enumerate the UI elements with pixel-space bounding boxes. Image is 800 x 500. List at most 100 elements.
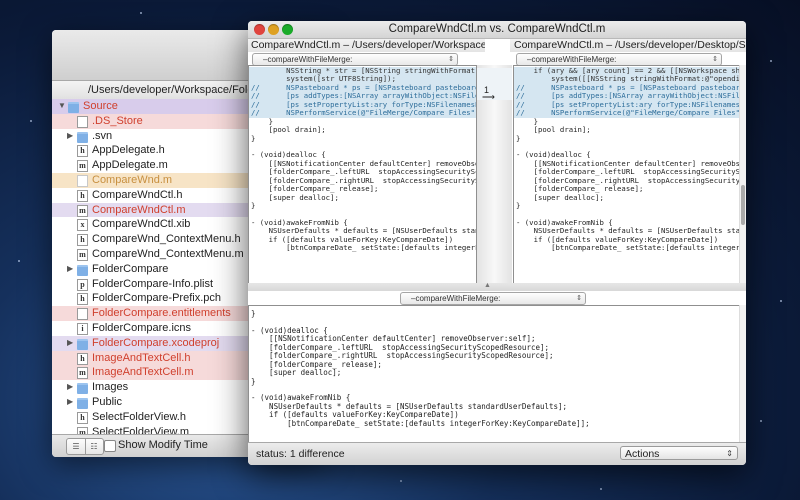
disclosure-closed-icon[interactable]: ▶: [67, 395, 75, 410]
file-icon: m: [77, 367, 88, 380]
right-code-lines: if (ary && [ary count] == 2 && [[NSWorks…: [514, 66, 741, 253]
status-bar: status: 1 difference Actions ⇕: [248, 442, 746, 465]
tree-item-label: Images: [92, 381, 129, 394]
tree-item-label: Public: [92, 395, 122, 408]
tree-item-label: SelectFolderView.h: [92, 410, 186, 423]
merge-output-pane[interactable]: } - (void)dealloc { [[NSNotificationCente…: [248, 305, 741, 444]
file-icon: i: [77, 322, 88, 335]
code-line: [pool drain];: [516, 125, 591, 135]
file-icon: m: [77, 248, 88, 261]
tree-item-label: FolderCompare-Prefix.pch: [92, 292, 221, 305]
file-icon: h: [77, 145, 88, 158]
view-mode-segment[interactable]: ☰ ☷: [66, 438, 104, 455]
file-icon: x: [77, 219, 88, 232]
list-view-icon[interactable]: ☰: [67, 439, 86, 454]
code-line: [pool drain];: [251, 125, 326, 135]
merge-direction-arrow-icon[interactable]: ⟶: [482, 92, 495, 103]
pane-splitter[interactable]: ▲: [248, 282, 746, 291]
right-code-pane[interactable]: if (ary && [ary count] == 2 && [[NSWorks…: [513, 65, 741, 285]
file-icon: h: [77, 189, 88, 202]
tree-item-label: ImageAndTextCell.h: [92, 351, 191, 364]
right-scrollbar[interactable]: [739, 65, 746, 283]
zoom-button[interactable]: [282, 24, 293, 35]
window-title: CompareWndCtl.m vs. CompareWndCtl.m: [388, 23, 606, 35]
tree-item-label: FolderCompare.icns: [92, 321, 192, 334]
file-icon: [77, 174, 88, 187]
popup-arrows-icon: ⇕: [726, 449, 733, 458]
code-line: // NSPerformService(@"FileMerge/Compare …: [249, 108, 477, 118]
folder-icon: [77, 397, 88, 409]
file-icon: m: [77, 204, 88, 217]
right-scroll-thumb[interactable]: [741, 185, 745, 225]
left-function-popup-label: –compareWithFileMerge:: [263, 55, 353, 64]
code-line: // NSPerformService(@"FileMerge/Compare …: [514, 108, 741, 118]
tree-item-label: ImageAndTextCell.m: [92, 366, 194, 379]
code-line: }: [251, 201, 256, 210]
tree-item-label: .svn: [92, 129, 113, 142]
minimize-button[interactable]: [268, 24, 279, 35]
merge-code-lines: } - (void)dealloc { [[NSNotificationCente…: [249, 309, 740, 428]
disclosure-closed-icon[interactable]: ▶: [67, 129, 75, 144]
tree-item-label: CompareWnd.m: [92, 173, 173, 186]
disclosure-closed-icon[interactable]: ▶: [67, 336, 75, 351]
popup-arrows-icon: ⇕: [448, 56, 454, 63]
show-modify-time-label: Show Modify Time: [118, 439, 208, 451]
folder-icon: [68, 102, 79, 113]
code-line: }: [516, 133, 521, 143]
code-line: }: [251, 309, 256, 318]
actions-popup[interactable]: Actions ⇕: [620, 446, 738, 460]
code-line: [super dealloc];: [251, 192, 339, 202]
code-line: [btnCompareDate_ setState:[defaults inte…: [251, 418, 590, 428]
right-function-popup-label: –compareWithFileMerge:: [527, 55, 617, 64]
file-icon: h: [77, 234, 88, 247]
window-titlebar: CompareWndCtl.m vs. CompareWndCtl.m: [248, 21, 746, 39]
file-icon: p: [77, 278, 88, 291]
popup-arrows-icon: ⇕: [576, 295, 582, 302]
file-icon: [77, 115, 88, 128]
file-icon: h: [77, 411, 88, 424]
file-icon: m: [77, 160, 88, 173]
file-icon: h: [77, 352, 88, 365]
right-file-path-label: CompareWndCtl.m – /Users/developer/Deskt…: [514, 39, 746, 51]
file-icon: [77, 308, 88, 321]
tree-item-label: CompareWndCtl.xib: [92, 218, 191, 231]
file-icon: h: [77, 293, 88, 306]
left-file-path-label: CompareWndCtl.m – /Users/developer/Works…: [251, 39, 485, 51]
code-line: [super dealloc];: [251, 368, 342, 378]
merge-function-popup-label: –compareWithFileMerge:: [411, 294, 501, 303]
tree-item-label: FolderCompare-Info.plist: [92, 277, 214, 290]
disclosure-closed-icon[interactable]: ▶: [67, 262, 75, 277]
popup-arrows-icon: ⇕: [712, 56, 718, 63]
disclosure-closed-icon[interactable]: ▶: [67, 380, 75, 395]
tree-item-label: CompareWnd_ContextMenu.m: [92, 247, 244, 260]
folder-icon: [77, 131, 88, 143]
tree-item-label: .DS_Store: [92, 114, 143, 127]
splitter-handle-icon[interactable]: ▲: [484, 282, 491, 289]
code-line: [btnCompareDate_ setState:[defaults inte…: [286, 243, 476, 253]
status-text: status: 1 difference: [256, 448, 345, 460]
tree-item-label: CompareWnd_ContextMenu.h: [92, 233, 241, 246]
tree-item-label: FolderCompare.xcodeproj: [92, 336, 220, 349]
merge-scrollbar[interactable]: [739, 305, 746, 442]
folder-icon: [77, 264, 88, 276]
code-line: }: [516, 201, 521, 210]
tree-item-label: CompareWndCtl.m: [92, 203, 186, 216]
diff-connector: 1 ⟶: [477, 65, 512, 283]
actions-popup-label: Actions: [625, 448, 660, 460]
file-compare-window: CompareWndCtl.m vs. CompareWndCtl.m Comp…: [248, 21, 746, 465]
tree-item-label: AppDelegate.m: [92, 159, 168, 172]
folder-icon: [77, 383, 88, 395]
code-line: [btnCompareDate_ setState:[defaults inte…: [551, 243, 741, 253]
code-line: [super dealloc];: [516, 192, 604, 202]
tree-view-icon[interactable]: ☷: [85, 439, 103, 454]
disclosure-open-icon[interactable]: ▼: [58, 99, 66, 114]
left-code-lines: NSString * str = [NSString stringWithFor…: [249, 66, 477, 253]
tree-item-label: Source: [83, 100, 118, 112]
show-modify-time-checkbox[interactable]: [104, 440, 116, 452]
tree-item-label: FolderCompare: [92, 262, 169, 275]
left-code-pane[interactable]: NSString * str = [NSString stringWithFor…: [248, 65, 477, 285]
close-button[interactable]: [254, 24, 265, 35]
tree-item-label: AppDelegate.h: [92, 144, 165, 157]
merge-function-popup[interactable]: –compareWithFileMerge: ⇕: [400, 292, 586, 305]
left-file-path: CompareWndCtl.m – /Users/developer/Works…: [248, 39, 485, 52]
